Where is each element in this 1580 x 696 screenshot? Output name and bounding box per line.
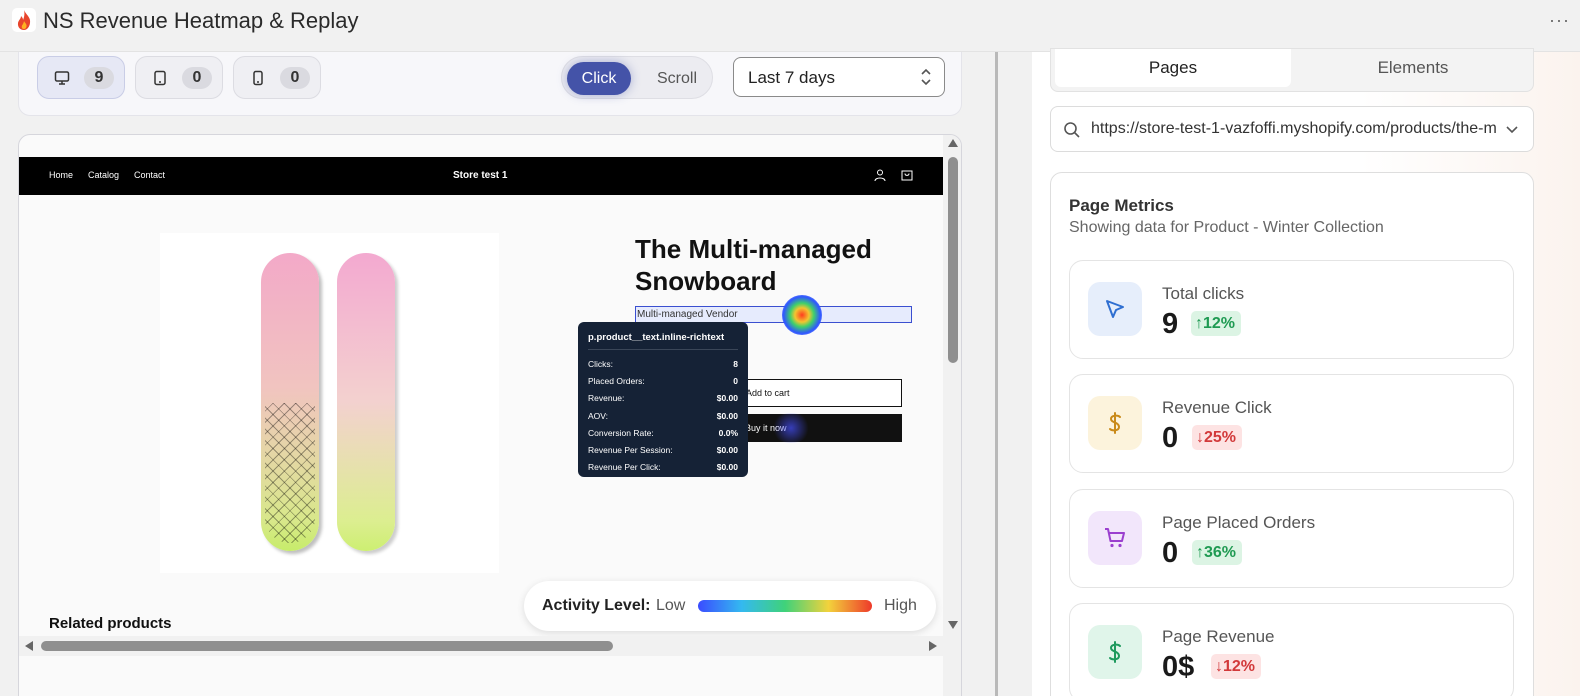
- tab-pages[interactable]: Pages: [1055, 49, 1291, 87]
- account-icon[interactable]: [873, 168, 887, 182]
- tooltip-row: Placed Orders: 0: [588, 376, 738, 387]
- metric-card-page-placed-orders: Page Placed Orders 0 ↑36%: [1069, 489, 1514, 588]
- app-logo-icon: [12, 8, 36, 32]
- tooltip-row: Revenue Per Session: $0.00: [588, 444, 738, 455]
- metric-card-revenue-click: Revenue Click 0 ↓25%: [1069, 374, 1514, 473]
- cursor-icon: [1088, 282, 1142, 336]
- page-preview: Home Catalog Contact Store test 1 The Mu…: [18, 134, 962, 696]
- view-tabs: Pages Elements: [1050, 48, 1534, 92]
- desktop-icon: [54, 71, 70, 85]
- tooltip-row: Clicks: 8: [588, 359, 738, 369]
- device-tablet-button[interactable]: 0: [135, 56, 223, 99]
- scroll-mode-button[interactable]: Scroll: [646, 62, 708, 95]
- chevron-down-icon: [1506, 126, 1518, 134]
- page-metrics-title: Page Metrics: [1069, 196, 1174, 215]
- snowboard-front-image: [261, 253, 319, 551]
- cart-nav-icon[interactable]: [900, 168, 914, 182]
- cart-icon: [1088, 511, 1142, 565]
- metric-label: Total clicks: [1162, 284, 1245, 303]
- tab-elements[interactable]: Elements: [1295, 49, 1531, 87]
- tooltip-row: Revenue: $0.00: [588, 393, 738, 404]
- add-to-cart-button[interactable]: Add to cart: [737, 379, 902, 407]
- arrow-up-icon: ↑: [1196, 544, 1204, 561]
- mode-toggle: Click Scroll: [561, 56, 713, 99]
- store-nav-contact[interactable]: Contact: [134, 170, 165, 180]
- metric-change-badge: ↑12%: [1191, 311, 1242, 336]
- dollar-icon: [1088, 625, 1142, 679]
- buy-now-button[interactable]: Buy it now: [737, 414, 902, 442]
- tablet-icon: [154, 70, 166, 86]
- device-mobile-count: 0: [280, 67, 310, 89]
- metric-card-total-clicks: Total clicks 9 ↑12%: [1069, 260, 1514, 359]
- tooltip-row: AOV: $0.00: [588, 410, 738, 421]
- search-icon: [1064, 122, 1080, 138]
- product-image: [160, 233, 499, 573]
- metric-change-badge: ↓12%: [1211, 654, 1262, 679]
- mobile-icon: [253, 70, 263, 86]
- title-bar: NS Revenue Heatmap & Replay ···: [0, 0, 1580, 52]
- tooltip-row: Revenue Per Click: $0.00: [588, 462, 738, 473]
- scroll-up-arrow-icon[interactable]: [948, 139, 958, 147]
- heatmap-toolbar: 9 0 0 Click Scroll Last 7 days: [18, 52, 962, 116]
- metric-value: 0: [1162, 422, 1179, 454]
- device-desktop-count: 9: [84, 67, 114, 89]
- activity-level-label: Activity Level:: [542, 597, 651, 614]
- arrow-down-icon: ↓: [1215, 658, 1223, 675]
- tooltip-selector: p.product__text.inline-richtext: [588, 332, 725, 343]
- activity-high-label: High: [884, 597, 917, 614]
- page-url-select[interactable]: https://store-test-1-vazfoffi.myshopify.…: [1050, 106, 1534, 152]
- heatmap-hotspot-secondary: [771, 413, 811, 443]
- related-products-heading: Related products: [49, 615, 172, 632]
- scroll-left-arrow-icon[interactable]: [25, 641, 33, 651]
- vertical-scrollbar[interactable]: [943, 135, 961, 696]
- page-metrics-subtitle: Showing data for Product - Winter Collec…: [1069, 219, 1384, 236]
- date-range-value: Last 7 days: [748, 68, 835, 87]
- horizontal-scrollbar[interactable]: [19, 636, 943, 656]
- metric-value: 0$: [1162, 651, 1195, 683]
- dollar-icon: [1088, 396, 1142, 450]
- metric-value: 0: [1162, 537, 1179, 569]
- metrics-pane: Pages Elements https://store-test-1-vazf…: [1032, 48, 1580, 696]
- store-nav-home[interactable]: Home: [49, 170, 73, 180]
- click-mode-button[interactable]: Click: [567, 62, 631, 95]
- page-metrics-panel: Page Metrics Showing data for Product - …: [1050, 172, 1534, 696]
- heatmap-hotspot: [782, 295, 822, 335]
- scroll-right-arrow-icon[interactable]: [929, 641, 937, 651]
- device-tablet-count: 0: [182, 67, 212, 89]
- scroll-down-arrow-icon[interactable]: [948, 621, 958, 629]
- device-desktop-button[interactable]: 9: [37, 56, 125, 99]
- page-url-value: https://store-test-1-vazfoffi.myshopify.…: [1091, 120, 1496, 137]
- activity-low-label: Low: [656, 597, 686, 614]
- metric-value: 9: [1162, 308, 1179, 340]
- activity-gradient-bar: [698, 600, 872, 612]
- vertical-scroll-thumb[interactable]: [948, 157, 958, 363]
- date-range-select[interactable]: Last 7 days: [733, 57, 945, 97]
- element-metrics-tooltip: p.product__text.inline-richtext Clicks: 8…: [578, 322, 748, 477]
- metric-label: Page Revenue: [1162, 627, 1275, 646]
- select-updown-icon: [921, 68, 931, 86]
- store-name[interactable]: Store test 1: [453, 170, 507, 181]
- app-title: NS Revenue Heatmap & Replay: [43, 8, 359, 33]
- activity-level-legend: Activity Level: Low High: [524, 581, 936, 631]
- product-title: The Multi-managed Snowboard: [635, 234, 872, 296]
- snowboard-back-image: [337, 253, 395, 551]
- metric-change-badge: ↑36%: [1192, 540, 1243, 565]
- store-header: Home Catalog Contact Store test 1: [19, 157, 943, 195]
- horizontal-scroll-thumb[interactable]: [41, 641, 613, 651]
- metric-card-page-revenue: Page Revenue 0$ ↓12%: [1069, 603, 1514, 696]
- product-vendor-highlight[interactable]: Multi-managed Vendor: [635, 306, 912, 323]
- tooltip-row: Conversion Rate: 0.0%: [588, 427, 738, 438]
- metric-change-badge: ↓25%: [1192, 425, 1243, 450]
- device-mobile-button[interactable]: 0: [233, 56, 321, 99]
- heatmap-pane: 9 0 0 Click Scroll Last 7 days Home Cata…: [0, 52, 996, 696]
- arrow-down-icon: ↓: [1196, 429, 1204, 446]
- arrow-up-icon: ↑: [1195, 315, 1203, 332]
- more-options-icon[interactable]: ···: [1549, 10, 1570, 31]
- metric-label: Page Placed Orders: [1162, 513, 1316, 532]
- metric-label: Revenue Click: [1162, 398, 1272, 417]
- store-nav-catalog[interactable]: Catalog: [88, 170, 119, 180]
- pane-splitter[interactable]: [995, 52, 998, 696]
